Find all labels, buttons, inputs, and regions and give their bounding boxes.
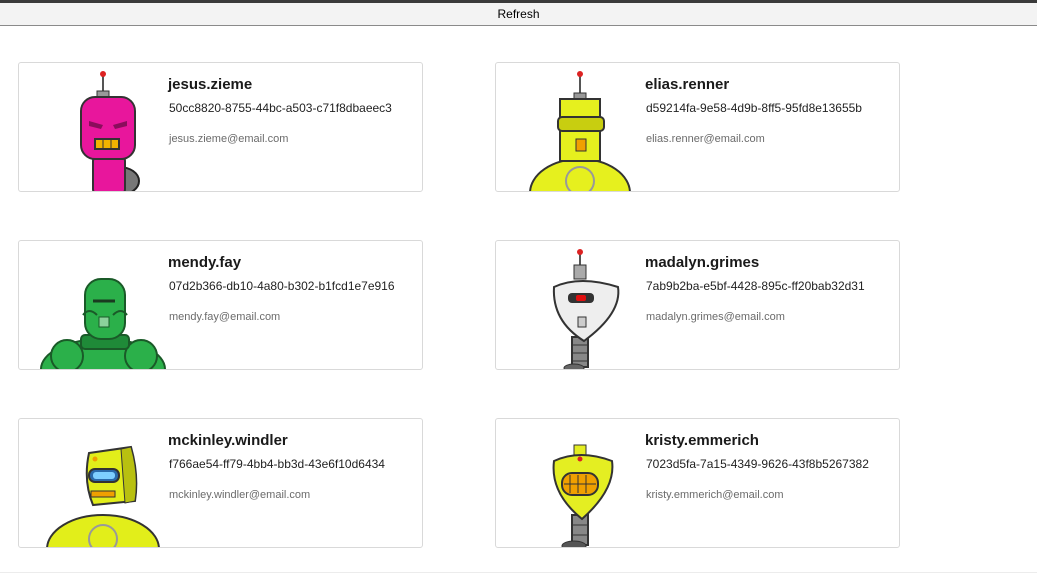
- user-name: madalyn.grimes: [645, 254, 760, 271]
- user-uuid: 7023d5fa-7a15-4349-9626-43f8b5267382: [646, 457, 869, 471]
- user-email: elias.renner@email.com: [646, 133, 765, 145]
- user-card: mendy.fay 07d2b366-db10-4a80-b302-b1fcd1…: [18, 240, 423, 370]
- user-name: kristy.emmerich: [645, 432, 759, 449]
- user-uuid: f766ae54-ff79-4bb4-bb3d-43e6f10d6434: [169, 457, 385, 471]
- user-email: madalyn.grimes@email.com: [646, 311, 785, 323]
- user-name: elias.renner: [645, 76, 730, 93]
- user-email: mckinley.windler@email.com: [169, 489, 311, 501]
- robot-avatar-icon: [514, 419, 644, 547]
- robot-avatar-icon: [37, 63, 167, 191]
- user-uuid: 7ab9b2ba-e5bf-4428-895c-ff20bab32d31: [646, 279, 865, 293]
- user-name: jesus.zieme: [168, 76, 253, 93]
- user-uuid: 50cc8820-8755-44bc-a503-c71f8dbaeec3: [169, 101, 392, 115]
- user-card: elias.renner d59214fa-9e58-4d9b-8ff5-95f…: [495, 62, 900, 192]
- bottom-divider: [0, 572, 1037, 573]
- user-card: madalyn.grimes 7ab9b2ba-e5bf-4428-895c-f…: [495, 240, 900, 370]
- user-card: kristy.emmerich 7023d5fa-7a15-4349-9626-…: [495, 418, 900, 548]
- refresh-button[interactable]: Refresh: [0, 3, 1037, 25]
- user-email: mendy.fay@email.com: [169, 311, 281, 323]
- robot-avatar-icon: [514, 63, 644, 191]
- user-uuid: d59214fa-9e58-4d9b-8ff5-95fd8e13655b: [646, 101, 862, 115]
- robot-avatar-icon: [37, 241, 167, 369]
- user-name: mendy.fay: [168, 254, 242, 271]
- user-name: mckinley.windler: [168, 432, 288, 449]
- robot-avatar-icon: [37, 419, 167, 547]
- top-toolbar: Refresh: [0, 0, 1037, 26]
- user-email: jesus.zieme@email.com: [169, 133, 289, 145]
- user-card: jesus.zieme 50cc8820-8755-44bc-a503-c71f…: [18, 62, 423, 192]
- user-email: kristy.emmerich@email.com: [646, 489, 784, 501]
- user-card: mckinley.windler f766ae54-ff79-4bb4-bb3d…: [18, 418, 423, 548]
- robot-avatar-icon: [514, 241, 644, 369]
- user-uuid: 07d2b366-db10-4a80-b302-b1fcd1e7e916: [169, 279, 395, 293]
